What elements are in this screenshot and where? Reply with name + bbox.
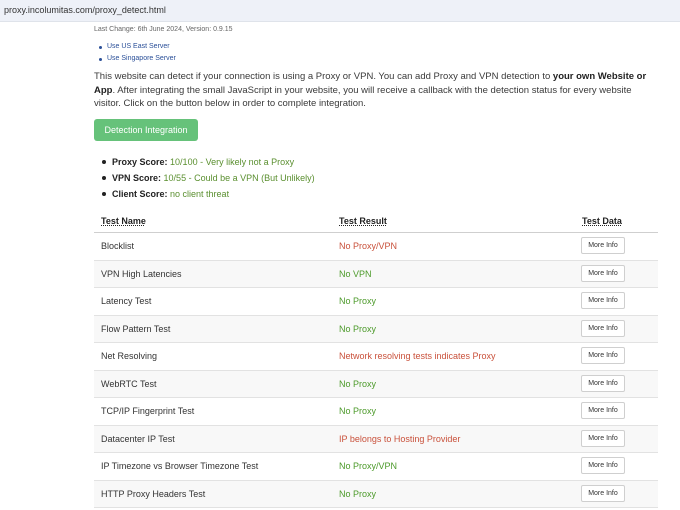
score-list: Proxy Score: 10/100 - Very likely not a …: [101, 154, 315, 202]
more-info-button[interactable]: More Info: [581, 237, 625, 254]
client-score-value: no client threat: [170, 189, 230, 199]
test-result-cell: No Proxy: [339, 323, 377, 334]
test-result-cell: No Proxy: [339, 296, 377, 306]
more-info-button[interactable]: More Info: [581, 292, 625, 309]
header-test-name: Test Name: [101, 216, 146, 226]
vpn-score: VPN Score: 10/55 - Could be a VPN (But U…: [101, 170, 315, 186]
test-name-cell: Datacenter IP Test: [101, 433, 175, 444]
proxy-score: Proxy Score: 10/100 - Very likely not a …: [101, 154, 315, 170]
address-bar[interactable]: proxy.incolumitas.com/proxy_detect.html: [0, 0, 680, 22]
detection-integration-button[interactable]: Detection Integration: [94, 119, 198, 141]
table-row: IP Timezone vs Browser Timezone Test No P…: [94, 453, 658, 481]
intro-text-1: This website can detect if your connecti…: [94, 71, 553, 82]
test-name-cell: Flow Pattern Test: [101, 323, 171, 334]
table-body: Blocklist No Proxy/VPN More Info VPN High L…: [94, 233, 658, 508]
header-test-data: Test Data: [582, 216, 622, 226]
last-change-note: Last Change: 6th June 2024, Version: 0.9…: [94, 26, 233, 33]
more-info-button[interactable]: More Info: [581, 319, 625, 337]
intro-paragraph: This website can detect if your connecti…: [94, 70, 658, 111]
server-link-singapore[interactable]: Use Singapore Server: [97, 53, 176, 65]
header-test-result: Test Result: [339, 216, 387, 226]
more-info-button[interactable]: More Info: [581, 347, 625, 364]
test-result-cell: No Proxy: [339, 406, 377, 416]
intro-text-2: . After integrating the small JavaScript…: [94, 84, 632, 110]
proxy-score-value: 10/100 - Very likely not a Proxy: [170, 157, 295, 167]
test-result-cell: Network resolving tests indicates Proxy: [339, 351, 496, 361]
test-result-cell: No Proxy/VPN: [339, 241, 398, 251]
client-score-label: Client Score:: [112, 189, 168, 199]
more-info-button[interactable]: More Info: [581, 429, 625, 447]
server-list: Use US East Server Use Singapore Server: [97, 41, 176, 65]
test-name-cell: Blocklist: [101, 241, 135, 251]
test-name-cell: Net Resolving: [101, 351, 158, 361]
test-result-cell: No Proxy/VPN: [339, 461, 398, 471]
test-name-cell: IP Timezone vs Browser Timezone Test: [101, 461, 259, 471]
table-header: Test Name Test Result Test Data: [94, 212, 658, 233]
proxy-score-label: Proxy Score:: [112, 157, 168, 167]
test-name-cell: VPN High Latencies: [101, 268, 182, 279]
table-row: TCP/IP Fingerprint Test No Proxy More Info: [94, 398, 658, 426]
table-row: Flow Pattern Test No Proxy More Info: [94, 315, 658, 343]
more-info-button[interactable]: More Info: [581, 402, 625, 419]
vpn-score-value: 10/55 - Could be a VPN (But Unlikely): [163, 173, 315, 183]
test-result-cell: No VPN: [339, 268, 372, 279]
test-name-cell: HTTP Proxy Headers Test: [101, 488, 206, 499]
more-info-button[interactable]: More Info: [581, 374, 625, 392]
test-name-cell: Latency Test: [101, 296, 152, 306]
server-link-us-east[interactable]: Use US East Server: [97, 41, 176, 53]
test-name-cell: TCP/IP Fingerprint Test: [101, 406, 195, 416]
url-text[interactable]: proxy.incolumitas.com/proxy_detect.html: [4, 5, 166, 15]
test-result-cell: No Proxy: [339, 378, 377, 389]
table-row: Net Resolving Network resolving tests ind…: [94, 343, 658, 371]
table-row: VPN High Latencies No VPN More Info: [94, 260, 658, 288]
more-info-button[interactable]: More Info: [581, 484, 625, 502]
table-row: WebRTC Test No Proxy More Info: [94, 370, 658, 398]
more-info-button[interactable]: More Info: [581, 264, 625, 282]
more-info-button[interactable]: More Info: [581, 457, 625, 474]
test-name-cell: WebRTC Test: [101, 378, 157, 389]
table-row: HTTP Proxy Headers Test No Proxy More Info: [94, 480, 658, 508]
table-row: Datacenter IP Test IP belongs to Hosting …: [94, 425, 658, 453]
table-row: Latency Test No Proxy More Info: [94, 288, 658, 316]
vpn-score-label: VPN Score:: [112, 173, 162, 183]
client-score: Client Score: no client threat: [101, 186, 315, 202]
test-result-cell: No Proxy: [339, 488, 377, 499]
table-row: Blocklist No Proxy/VPN More Info: [94, 233, 658, 261]
test-result-cell: IP belongs to Hosting Provider: [339, 433, 461, 444]
test-results-table: Test Name Test Result Test Data Blocklis…: [94, 212, 658, 508]
